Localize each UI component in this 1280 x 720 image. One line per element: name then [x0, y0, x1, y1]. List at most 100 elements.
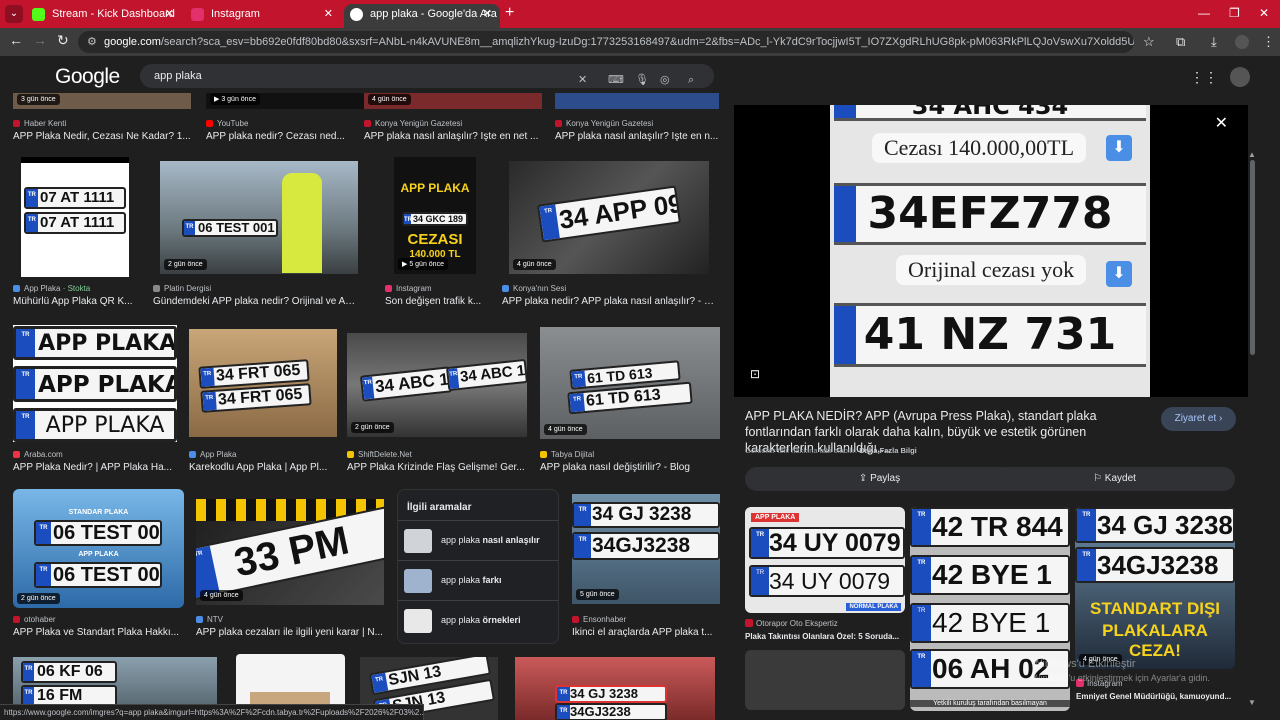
result-title[interactable]: APP plaka nasıl değiştirilir? - Blog [540, 462, 720, 473]
result-thumbnail[interactable]: 33 PM 4 gün önce [196, 499, 384, 605]
result-thumbnail[interactable]: 34 APP 090 4 gün önce [509, 161, 709, 274]
result-thumbnail[interactable]: 07 AT 1111 07 AT 1111 [21, 157, 129, 277]
preview-image[interactable]: 34 AHC 434 Cezası 140.000,00TL ⬇ 34EFZ77… [734, 105, 1248, 397]
result-card[interactable]: 34 GJ 3238 34GJ3238 [515, 657, 715, 720]
lens-search-icon[interactable]: ⊡ [750, 367, 760, 381]
restore-icon[interactable]: ❐ [1229, 6, 1240, 20]
result-title[interactable]: APP plaka nasıl anlaşılır? İşte en net .… [364, 131, 542, 142]
related-title[interactable]: Plaka Takıntısı Olanlara Özel: 5 Soruda.… [745, 632, 905, 641]
close-icon[interactable]: ✕ [1215, 113, 1228, 133]
result-title[interactable]: APP Plaka Nedir? | APP Plaka Ha... [13, 462, 177, 473]
result-thumbnail[interactable]: 06 TEST 001 2 gün önce [160, 161, 358, 274]
result-thumbnail[interactable]: 3 gün önce [13, 93, 191, 109]
back-icon[interactable]: ← [9, 32, 23, 48]
close-tab-icon[interactable]: ✕ [324, 4, 333, 24]
close-window-icon[interactable]: ✕ [1259, 6, 1269, 20]
result-title[interactable]: APP plaka nedir? Cezası ned... [206, 131, 376, 142]
result-card[interactable]: ▶ 3 gün önce YouTube APP plaka nedir? Ce… [206, 93, 376, 143]
result-card[interactable]: 4 gün önce Konya Yenigün Gazetesi APP pl… [364, 93, 542, 143]
profile-avatar[interactable] [1235, 35, 1249, 49]
site-favicon-icon [364, 120, 371, 127]
result-title[interactable]: Mühürlü App Plaka QR K... [13, 296, 138, 307]
scroll-down-icon[interactable]: ▼ [1248, 698, 1256, 707]
keyboard-icon[interactable]: ⌨ [608, 68, 624, 92]
menu-kebab-icon[interactable]: ⋮ [1262, 34, 1275, 50]
result-thumbnail[interactable]: 61 TD 613 61 TD 613 4 gün önce [540, 327, 720, 439]
share-button[interactable]: ⇪ Paylaş [745, 467, 1014, 491]
result-card[interactable]: 61 TD 613 61 TD 613 4 gün önce Tabya Dij… [540, 327, 720, 473]
image-label: Orijinal cezası yok [896, 255, 1087, 285]
result-card[interactable]: 34 FRT 065 34 FRT 065 App Plaka Karekodl… [189, 329, 337, 473]
result-thumbnail[interactable]: 4 gün önce [364, 93, 542, 109]
site-favicon-icon [555, 120, 562, 127]
result-thumbnail[interactable]: 34 GJ 3238 34GJ3238 5 gün önce [572, 494, 720, 604]
search-input[interactable]: app plaka ✕ ⌨ 🎙 ◎ ⌕ [140, 64, 714, 88]
result-title[interactable]: APP Plaka Nedir, Cezası Ne Kadar? 1... [13, 131, 191, 142]
close-tab-icon[interactable]: ✕ [165, 4, 174, 24]
new-tab-button[interactable]: + [505, 4, 514, 22]
related-search-item[interactable]: app plaka nasıl anlaşılır [398, 520, 558, 560]
save-button[interactable]: ⚐ Kaydet [994, 467, 1235, 491]
result-title[interactable]: Son değişen trafik k... [385, 296, 485, 307]
tab-kick[interactable]: Stream - Kick Dashboard ✕ [26, 4, 182, 28]
download-icon[interactable]: ⤓ [1211, 34, 1217, 50]
result-title[interactable]: APP Plaka ve Standart Plaka Hakkı... [13, 627, 184, 638]
result-card[interactable]: STANDAR PLAKA 06 TEST 001 APP PLAKA 06 T… [13, 489, 184, 639]
result-card[interactable]: APP PLAKA APP PLAKA APP PLAKA Araba.com … [13, 325, 177, 473]
result-thumbnail[interactable]: STANDAR PLAKA 06 TEST 001 APP PLAKA 06 T… [13, 489, 184, 608]
lens-icon[interactable]: ◎ [660, 68, 670, 92]
result-card[interactable]: APP PLAKA 34 GKC 189 CEZASI 140.000 TL ▶… [385, 157, 485, 307]
tab-instagram[interactable]: Instagram ✕ [185, 4, 341, 28]
google-logo[interactable]: Google [55, 65, 120, 89]
account-avatar[interactable] [1230, 67, 1250, 87]
clear-icon[interactable]: ✕ [578, 68, 587, 92]
minimize-icon[interactable]: — [1198, 6, 1210, 20]
close-tab-icon[interactable]: ✕ [483, 4, 492, 24]
related-search-item[interactable]: app plaka örnekleri [398, 600, 558, 640]
result-thumbnail[interactable]: APP PLAKA 34 GKC 189 CEZASI 140.000 TL ▶… [394, 157, 476, 274]
result-card[interactable]: 34 APP 090 4 gün önce Konya'nın Sesi APP… [502, 161, 717, 307]
extensions-icon[interactable]: ⧉ [1176, 34, 1185, 50]
microphone-icon[interactable]: 🎙 [635, 68, 649, 92]
result-thumbnail[interactable]: 34 FRT 065 34 FRT 065 [189, 329, 337, 437]
visit-button[interactable]: Ziyaret et › [1161, 407, 1236, 431]
related-image[interactable]: 34 GJ 3238 34GJ3238 STANDART DIŞI PLAKAL… [1075, 507, 1235, 669]
result-card[interactable]: 07 AT 1111 07 AT 1111 App Plaka · Stokta… [13, 157, 138, 307]
address-bar[interactable]: ⚙ google.com/search?sca_esv=bb692e0fdf80… [78, 31, 1134, 53]
related-image[interactable]: APP PLAKA 34 UY 0079 34 UY 0079 NORMAL P… [745, 507, 905, 613]
result-title[interactable]: Gündemdeki APP plaka nedir? Orijinal ve … [153, 296, 361, 307]
result-thumbnail[interactable]: ▶ 3 gün önce [206, 93, 376, 109]
related-image[interactable] [745, 650, 905, 710]
result-title[interactable]: APP plaka nasıl anlaşılır? İşte en n... [555, 131, 719, 142]
result-card[interactable]: 33 PM 4 gün önce NTV APP plaka cezaları … [196, 499, 384, 639]
search-icon[interactable]: ⌕ [688, 68, 694, 92]
apps-grid-icon[interactable]: ⋮⋮ [1190, 69, 1218, 86]
result-card[interactable]: 34 GJ 3238 34GJ3238 5 gün önce Ensonhabe… [572, 494, 720, 639]
google-icon [350, 8, 363, 21]
tab-label: app plaka - Google'da Ara [370, 8, 497, 20]
scrollbar[interactable] [1250, 160, 1255, 355]
result-title[interactable]: APP plaka nedir? APP plaka nasıl anlaşıl… [502, 296, 717, 307]
result-card[interactable]: 34 ABC 123 34 ABC 123 2 gün önce ShiftDe… [347, 333, 527, 473]
result-thumbnail[interactable]: 34 ABC 123 34 ABC 123 2 gün önce [347, 333, 527, 437]
result-thumbnail[interactable]: APP PLAKA APP PLAKA APP PLAKA [13, 325, 177, 442]
result-card[interactable]: 3 gün önce Haber Kenti APP Plaka Nedir, … [13, 93, 191, 143]
tab-search-button[interactable]: ⌄ [5, 5, 23, 23]
forward-icon[interactable]: → [33, 32, 47, 48]
bookmark-star-icon[interactable]: ☆ [1143, 34, 1155, 50]
tab-google[interactable]: app plaka - Google'da Ara ✕ [344, 4, 500, 28]
reload-icon[interactable]: ↻ [57, 32, 69, 49]
related-title[interactable]: Emniyet Genel Müdürlüğü, kamuoyund... [1076, 692, 1236, 701]
site-info-icon[interactable]: ⚙ [87, 31, 97, 53]
result-card[interactable]: 06 TEST 001 2 gün önce Platin Dergisi Gü… [153, 161, 361, 307]
learn-more-link[interactable]: Daha Fazla Bilgi [859, 446, 917, 455]
scroll-up-icon[interactable]: ▲ [1248, 150, 1256, 159]
result-card[interactable]: Konya Yenigün Gazetesi APP plaka nasıl a… [555, 93, 719, 143]
result-title[interactable]: APP Plaka Krizinde Flaş Gelişme! Ger... [347, 462, 527, 473]
result-title[interactable]: Karekodlu App Plaka | App Pl... [189, 462, 337, 473]
result-title[interactable]: İkinci el araçlarda APP plaka t... [572, 627, 720, 638]
result-thumbnail[interactable]: 34 GJ 3238 34GJ3238 [515, 657, 715, 720]
result-thumbnail[interactable] [555, 93, 719, 109]
related-search-item[interactable]: app plaka farkı [398, 560, 558, 600]
result-title[interactable]: APP plaka cezaları ile ilgili yeni karar… [196, 627, 384, 638]
